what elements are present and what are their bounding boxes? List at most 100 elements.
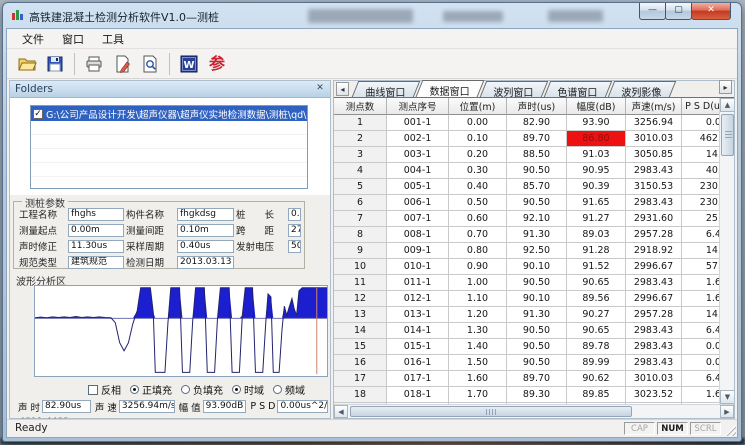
cell[interactable]: 2957.28: [626, 307, 682, 323]
cell[interactable]: 90.10: [507, 259, 567, 275]
cell[interactable]: 86.80: [567, 131, 626, 147]
tab-0[interactable]: 曲线窗口: [352, 81, 420, 97]
cell[interactable]: 90.62: [567, 371, 626, 387]
save-file-button[interactable]: [41, 51, 69, 77]
table-row[interactable]: 11011-11.0090.5090.652983.431.60: [334, 275, 729, 291]
cell[interactable]: 2918.92: [626, 243, 682, 259]
cell[interactable]: 5: [334, 179, 387, 195]
cell[interactable]: 91.30: [507, 227, 567, 243]
cell[interactable]: 11: [334, 275, 387, 291]
cell[interactable]: 82.90: [507, 115, 567, 131]
cell[interactable]: 92.50: [507, 243, 567, 259]
tab-2[interactable]: 波列窗口: [480, 81, 548, 97]
scroll-left-icon[interactable]: ◀: [334, 405, 348, 418]
close-panel-icon[interactable]: ✕: [314, 83, 326, 93]
radio-icon[interactable]: [181, 385, 190, 394]
cell[interactable]: 90.95: [567, 163, 626, 179]
cell[interactable]: 6: [334, 195, 387, 211]
readout-value[interactable]: 82.90us: [42, 400, 91, 413]
cell[interactable]: 17: [334, 371, 387, 387]
cell[interactable]: 3050.85: [626, 147, 682, 163]
cell[interactable]: 14: [334, 323, 387, 339]
cell[interactable]: 001-1: [387, 115, 449, 131]
cell[interactable]: 18: [334, 387, 387, 403]
table-row[interactable]: 2002-10.1089.7086.803010.03462.4: [334, 131, 729, 147]
folders-list[interactable]: ✓G:\公司产品设计开发\超声仪器\超声仪实地检测数据\测桩\qd\qd03\q…: [30, 105, 308, 189]
table-row[interactable]: 16016-11.5090.5089.992983.430.00: [334, 355, 729, 371]
cell[interactable]: 91.28: [567, 243, 626, 259]
param-value[interactable]: 270mm: [288, 224, 301, 237]
table-row[interactable]: 10010-10.9090.1091.522996.6757.6: [334, 259, 729, 275]
cell[interactable]: 011-1: [387, 275, 449, 291]
cell[interactable]: 1.00: [449, 275, 507, 291]
cell[interactable]: 015-1: [387, 339, 449, 355]
cell[interactable]: 92.10: [507, 211, 567, 227]
cell[interactable]: 3010.03: [626, 131, 682, 147]
cell[interactable]: 90.65: [567, 275, 626, 291]
cell[interactable]: 3023.52: [626, 387, 682, 403]
cell[interactable]: 0.60: [449, 211, 507, 227]
horizontal-scroll-thumb[interactable]: [350, 406, 632, 417]
radio-icon[interactable]: [130, 385, 139, 394]
print-button[interactable]: [80, 51, 108, 77]
maximize-button[interactable]: ▢: [665, 3, 692, 20]
cell[interactable]: 004-1: [387, 163, 449, 179]
word-export-button[interactable]: W: [175, 51, 203, 77]
table-row[interactable]: 5005-10.4085.7090.393150.53230.4: [334, 179, 729, 195]
domain-radio-1[interactable]: 频域: [273, 382, 305, 397]
table-row[interactable]: 4004-10.3090.5090.952983.4340.0: [334, 163, 729, 179]
cell[interactable]: 016-1: [387, 355, 449, 371]
cell[interactable]: 018-1: [387, 387, 449, 403]
cell[interactable]: 013-1: [387, 307, 449, 323]
cell[interactable]: 89.99: [567, 355, 626, 371]
cell[interactable]: 2996.67: [626, 291, 682, 307]
cell[interactable]: 1.40: [449, 339, 507, 355]
cell[interactable]: 0.90: [449, 259, 507, 275]
cell[interactable]: 90.10: [507, 291, 567, 307]
cell[interactable]: 012-1: [387, 291, 449, 307]
cell[interactable]: 010-1: [387, 259, 449, 275]
cell[interactable]: 2983.43: [626, 195, 682, 211]
print-preview-button[interactable]: [136, 51, 164, 77]
cell[interactable]: 89.03: [567, 227, 626, 243]
table-row[interactable]: 6006-10.5090.5091.652983.43230.4: [334, 195, 729, 211]
cell[interactable]: 0.80: [449, 243, 507, 259]
cell[interactable]: 13: [334, 307, 387, 323]
cell[interactable]: 89.56: [567, 291, 626, 307]
cell[interactable]: 007-1: [387, 211, 449, 227]
checkbox-icon[interactable]: ✓: [33, 109, 43, 119]
cell[interactable]: 2983.43: [626, 339, 682, 355]
cell[interactable]: 90.50: [507, 355, 567, 371]
cell[interactable]: 2983.43: [626, 275, 682, 291]
vertical-scroll-thumb[interactable]: [721, 114, 734, 156]
parameter-button[interactable]: 参: [203, 51, 231, 77]
tab-4[interactable]: 波列影像: [608, 81, 676, 97]
cell[interactable]: 017-1: [387, 371, 449, 387]
table-row[interactable]: 7007-10.6092.1091.272931.6025.6: [334, 211, 729, 227]
param-value[interactable]: fhgkdsg: [177, 208, 234, 221]
cell[interactable]: 90.39: [567, 179, 626, 195]
cell[interactable]: 89.70: [507, 371, 567, 387]
cell[interactable]: 8: [334, 227, 387, 243]
cell[interactable]: 1.30: [449, 323, 507, 339]
param-value[interactable]: 0.40us: [177, 240, 234, 253]
radio-icon[interactable]: [232, 385, 241, 394]
readout-value[interactable]: 0.00us^2/m: [277, 400, 328, 413]
cell[interactable]: 91.30: [507, 307, 567, 323]
invert-checkbox[interactable]: 反相: [88, 382, 121, 397]
cell[interactable]: 89.85: [567, 387, 626, 403]
resize-grip[interactable]: [723, 423, 736, 436]
cell[interactable]: 1: [334, 115, 387, 131]
cell[interactable]: 1.60: [449, 371, 507, 387]
cell[interactable]: 90.50: [507, 323, 567, 339]
cell[interactable]: 008-1: [387, 227, 449, 243]
cell[interactable]: 93.90: [567, 115, 626, 131]
tab-scroll-right[interactable]: ▸: [719, 80, 732, 94]
cell[interactable]: 91.03: [567, 147, 626, 163]
cell[interactable]: 0.10: [449, 131, 507, 147]
cell[interactable]: 3: [334, 147, 387, 163]
cell[interactable]: 90.50: [507, 275, 567, 291]
radio-icon[interactable]: [273, 385, 282, 394]
cell[interactable]: 0.40: [449, 179, 507, 195]
cell[interactable]: 0.30: [449, 163, 507, 179]
